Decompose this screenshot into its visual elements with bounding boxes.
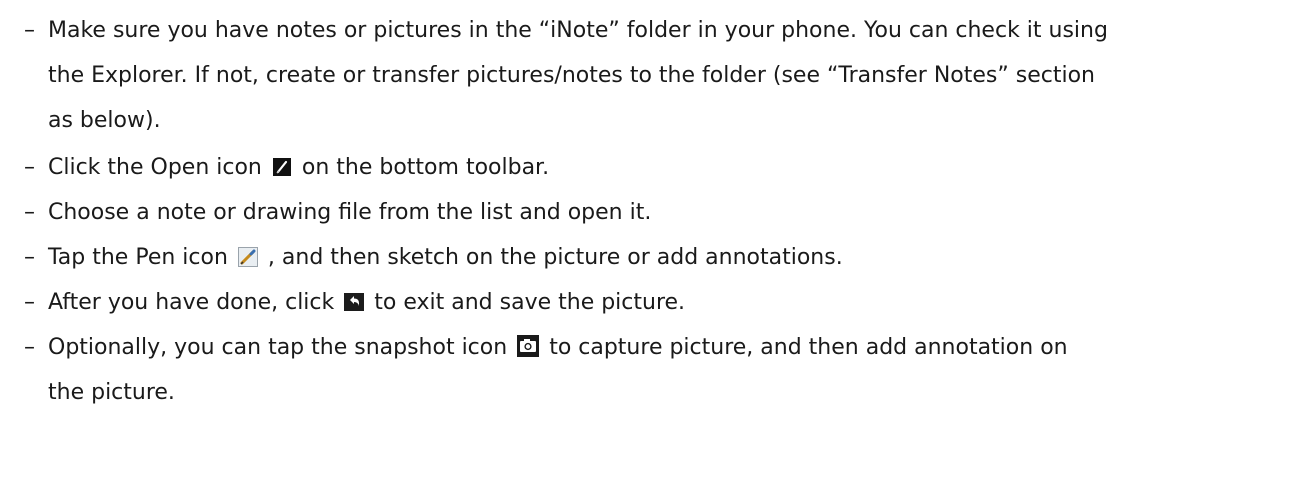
list-item-line: Tap the Pen icon , and then sketch on th… [48, 235, 1270, 280]
back-icon [344, 292, 365, 312]
list-item-text: , and then sketch on the picture or add … [267, 245, 843, 270]
list-item-line: the picture. [48, 380, 175, 405]
list-item-text: Tap the Pen icon [48, 245, 228, 270]
list-item-text: to capture picture, and then add annotat… [549, 335, 1068, 360]
bullet-dash: – [24, 290, 35, 315]
bullet-dash: – [24, 155, 35, 180]
list-item-text: After you have done, click [48, 290, 335, 315]
camera-icon [517, 335, 540, 357]
list-item-line: Optionally, you can tap the snapshot ico… [48, 325, 1270, 370]
list-item-text: on the bottom toolbar. [301, 155, 550, 180]
list-item-text: to exit and save the picture. [374, 290, 686, 315]
bullet-dash: – [24, 245, 35, 270]
list-item-line: the Explorer. If not, create or transfer… [48, 63, 1095, 88]
list-item-line: Make sure you have notes or pictures in … [48, 18, 1108, 43]
bullet-dash: – [24, 18, 35, 43]
pen-icon [237, 247, 258, 267]
bullet-dash: – [24, 200, 35, 225]
list-item-line: as below). [48, 108, 161, 133]
list-item-line: Choose a note or drawing file from the l… [48, 200, 652, 225]
bullet-dash: – [24, 335, 35, 360]
open-icon [272, 157, 292, 177]
list-item-line: After you have done, click to exit and s… [48, 280, 1270, 325]
list-item-text: Optionally, you can tap the snapshot ico… [48, 335, 508, 360]
list-item-text: Click the Open icon [48, 155, 262, 180]
list-item-line: Click the Open icon on the bottom toolba… [48, 145, 1270, 190]
